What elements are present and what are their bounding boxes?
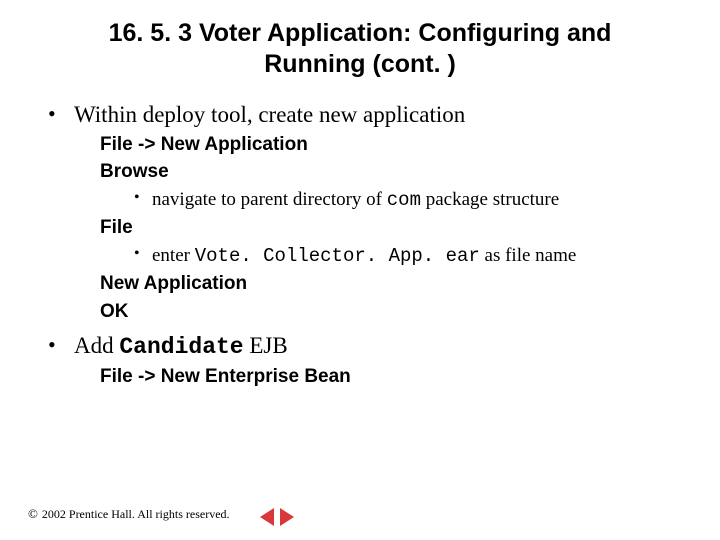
- sub-file: File: [100, 214, 692, 242]
- slide-title: 16. 5. 3 Voter Application: Configuring …: [68, 18, 652, 81]
- sub-enter-mono: Vote. Collector. App. ear: [195, 245, 480, 267]
- arrow-right-icon[interactable]: [280, 508, 294, 526]
- sub-enter-post: as file name: [480, 245, 577, 266]
- sub-new-application: New Application: [100, 270, 692, 298]
- slide: 16. 5. 3 Voter Application: Configuring …: [0, 0, 720, 540]
- nav-arrows: [260, 508, 294, 526]
- sub-navigate-mono: com: [387, 189, 421, 211]
- arrow-left-icon[interactable]: [260, 508, 274, 526]
- sub-navigate-pre: navigate to parent directory of: [152, 189, 387, 210]
- bullet-1-text: Within deploy tool, create new applicati…: [74, 102, 465, 127]
- sub-file-new-enterprise-bean: File -> New Enterprise Bean: [100, 363, 692, 391]
- sub-navigate-post: package structure: [421, 189, 559, 210]
- sub-file-new-application: File -> New Application: [100, 131, 692, 159]
- title-line-2: Running (cont. ): [264, 50, 456, 78]
- bullet-2-post: EJB: [244, 333, 288, 358]
- bullet-item-2: Add Candidate EJB File -> New Enterprise…: [48, 330, 692, 391]
- title-line-1: 16. 5. 3 Voter Application: Configuring …: [109, 19, 612, 47]
- sub-enter: enter Vote. Collector. App. ear as file …: [134, 242, 692, 271]
- bullet-2-mono: Candidate: [119, 334, 243, 360]
- sub-ok: OK: [100, 298, 692, 326]
- bullet-item-1: Within deploy tool, create new applicati…: [48, 99, 692, 326]
- sub-browse: Browse: [100, 158, 692, 186]
- sub-list-file: enter Vote. Collector. App. ear as file …: [134, 242, 692, 271]
- footer-copyright: © 2002 Prentice Hall. All rights reserve…: [28, 506, 230, 522]
- sub-navigate: navigate to parent directory of com pack…: [134, 186, 692, 215]
- bullet-list: Within deploy tool, create new applicati…: [48, 99, 692, 391]
- sub-list-browse: navigate to parent directory of com pack…: [134, 186, 692, 215]
- copyright-symbol: ©: [28, 506, 38, 522]
- bullet-2-pre: Add: [74, 333, 119, 358]
- copyright-text: 2002 Prentice Hall. All rights reserved.: [42, 507, 230, 522]
- sub-enter-pre: enter: [152, 245, 195, 266]
